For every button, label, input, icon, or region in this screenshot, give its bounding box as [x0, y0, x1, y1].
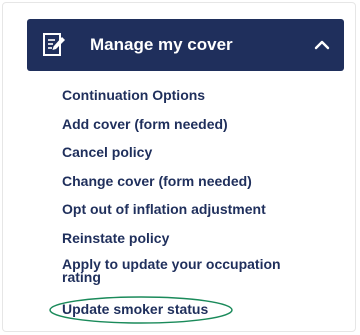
menu-item-cancel-policy[interactable]: Cancel policy [62, 144, 342, 160]
document-edit-icon [41, 32, 67, 58]
manage-cover-panel: Manage my cover Continuation Options Add… [2, 2, 356, 332]
menu-item-continuation-options[interactable]: Continuation Options [62, 87, 342, 103]
menu-item-update-occupation-rating[interactable]: Apply to update your occupation rating [62, 257, 322, 284]
menu-item-change-cover[interactable]: Change cover (form needed) [62, 173, 342, 189]
menu-item-opt-out-inflation[interactable]: Opt out of inflation adjustment [62, 201, 342, 217]
manage-cover-header[interactable]: Manage my cover [27, 19, 344, 71]
chevron-up-icon[interactable] [310, 33, 334, 57]
menu-item-add-cover[interactable]: Add cover (form needed) [62, 116, 342, 132]
panel-title: Manage my cover [90, 35, 233, 54]
menu-item-reinstate-policy[interactable]: Reinstate policy [62, 230, 342, 246]
menu-item-update-smoker-status[interactable]: Update smoker status [62, 301, 342, 317]
